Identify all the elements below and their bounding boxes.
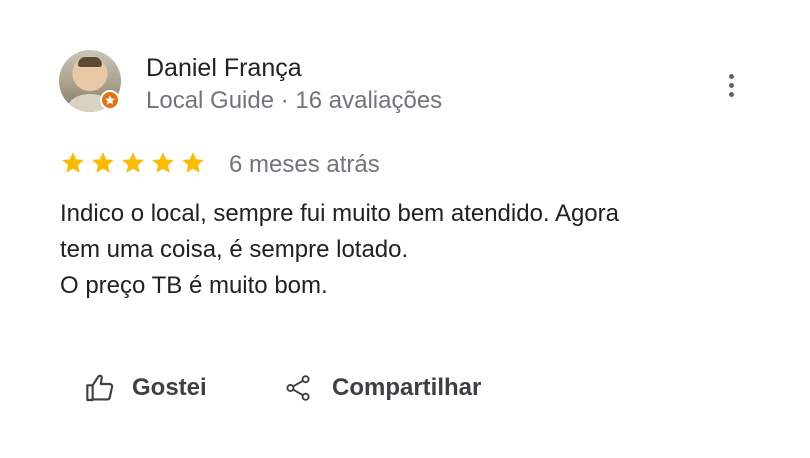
like-label: Gostei <box>132 374 207 401</box>
author-name[interactable]: Daniel França <box>146 54 302 83</box>
more-dot <box>728 82 734 88</box>
author-meta: Local Guide · 16 avaliações <box>146 87 443 114</box>
more-vert-icon[interactable] <box>718 68 744 102</box>
review-text-line: tem uma coisa, é sempre lotado. <box>60 236 409 263</box>
star-icon <box>152 152 174 173</box>
more-dot <box>728 91 734 97</box>
like-button[interactable]: Gostei <box>84 368 207 408</box>
review-date: 6 meses atrás <box>229 151 380 178</box>
star-icon <box>92 152 114 173</box>
avatar-hair <box>78 57 102 67</box>
thumb-up-icon <box>86 374 114 402</box>
more-dot <box>728 73 734 79</box>
star-icon <box>122 152 144 173</box>
share-icon <box>286 375 310 401</box>
review-text-line: Indico o local, sempre fui muito bem ate… <box>60 200 619 227</box>
star-rating <box>60 150 206 178</box>
share-button[interactable]: Compartilhar <box>284 368 481 408</box>
star-icon <box>182 152 204 173</box>
review-text: Indico o local, sempre fui muito bem ate… <box>60 196 740 304</box>
local-guide-badge-icon <box>100 90 120 110</box>
share-label: Compartilhar <box>332 374 482 401</box>
review-text-line: O preço TB é muito bom. <box>60 272 328 299</box>
star-icon <box>62 152 84 173</box>
